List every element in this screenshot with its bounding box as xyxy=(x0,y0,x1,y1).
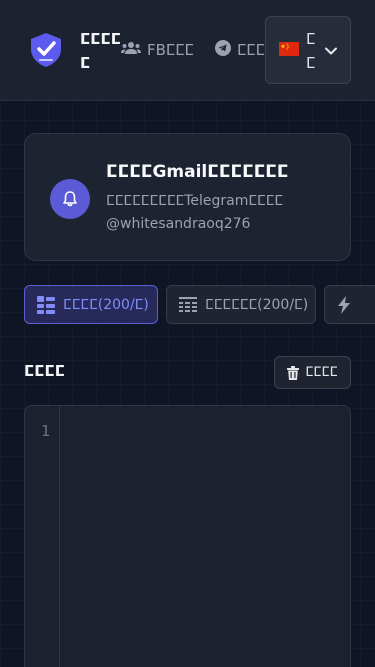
grid-icon xyxy=(37,295,55,314)
editor-gutter: 1 xyxy=(25,406,60,667)
notice-telegram-handle[interactable]: @whitesandraoq276 xyxy=(106,216,346,232)
table-list-icon xyxy=(179,296,197,312)
nav-fb-link[interactable]: FBⵎⵎⵎ xyxy=(121,40,194,60)
bolt-icon xyxy=(338,295,350,314)
users-icon xyxy=(121,41,141,59)
top-header: ⵎⵎⵎⵎⵎ FBⵎⵎⵎ ⵎⵎⵎⵎ ⵎⵎ xyxy=(0,0,375,101)
notice-card: ⵎⵎⵎⵎGmailⵎⵎⵎⵎⵎⵎⵎ ⵎⵎⵎⵎⵎⵎⵎⵎⵎTelegramⵎⵎⵎⵎ @… xyxy=(24,133,351,261)
bell-icon-badge xyxy=(50,179,90,219)
input-section-title: ⵎⵎⵎⵎ xyxy=(24,362,65,380)
clear-button-label: ⵎⵎⵎⵎ xyxy=(305,365,338,380)
trash-icon xyxy=(287,365,300,380)
notice-description: ⵎⵎⵎⵎⵎⵎⵎⵎⵎTelegramⵎⵎⵎⵎ xyxy=(106,193,284,209)
chevron-down-icon xyxy=(325,47,337,55)
tab-grid-label: ⵎⵎⵎⵎ(200/ⵎ) xyxy=(63,296,149,313)
nav-fb-label: FBⵎⵎⵎ xyxy=(147,41,194,59)
tab-grid-view[interactable]: ⵎⵎⵎⵎ(200/ⵎ) xyxy=(24,285,158,324)
tab-quick-action[interactable] xyxy=(324,285,375,324)
language-selector[interactable]: ⵎⵎ xyxy=(265,16,351,84)
notice-title: ⵎⵎⵎⵎGmailⵎⵎⵎⵎⵎⵎⵎ xyxy=(106,162,289,182)
clear-button[interactable]: ⵎⵎⵎⵎ xyxy=(274,356,351,389)
code-editor[interactable]: 1 xyxy=(24,405,351,667)
line-number: 1 xyxy=(40,422,50,440)
bell-icon xyxy=(63,191,77,207)
tab-table-label: ⵎⵎⵎⵎⵎⵎ(200/ⵎ) xyxy=(205,296,309,313)
china-flag-icon xyxy=(279,42,299,56)
tab-table-view[interactable]: ⵎⵎⵎⵎⵎⵎ(200/ⵎ) xyxy=(166,285,316,324)
language-label: ⵎⵎ xyxy=(306,30,316,72)
telegram-icon xyxy=(215,40,231,60)
editor-content[interactable] xyxy=(61,406,350,667)
brand-name[interactable]: ⵎⵎⵎⵎⵎ xyxy=(80,27,122,75)
brand-logo-shield-icon[interactable] xyxy=(27,31,65,69)
